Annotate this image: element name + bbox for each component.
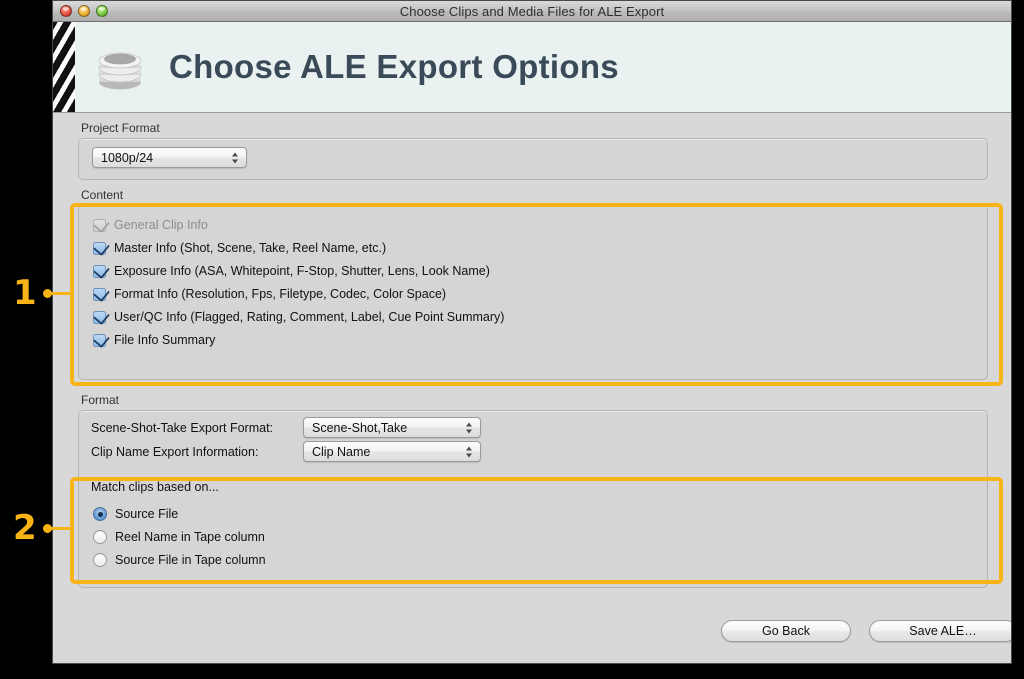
radio-reel-name-tape-label: Reel Name in Tape column <box>115 530 265 544</box>
radio-source-file-label: Source File <box>115 507 179 521</box>
annotation-number-2: 2 <box>13 508 37 548</box>
radio-source-file-tape-label: Source File in Tape column <box>115 553 266 567</box>
radio-source-file-tape[interactable]: Source File in Tape column <box>93 553 266 567</box>
radio-source-file-tape-button[interactable] <box>93 553 107 567</box>
checkbox-master-info-box[interactable] <box>93 238 110 256</box>
radio-reel-name-tape-button[interactable] <box>93 530 107 544</box>
annotation-number-1: 1 <box>13 273 37 313</box>
match-clips-heading: Match clips based on... <box>91 480 219 494</box>
checkbox-format-info[interactable]: Format Info (Resolution, Fps, Filetype, … <box>93 284 447 302</box>
dialog-body: Project Format 1080p/24 Content General … <box>53 113 1011 663</box>
radio-source-file-button[interactable] <box>93 507 107 521</box>
app-window: Choose Clips and Media Files for ALE Exp… <box>52 0 1012 664</box>
page-banner: Choose ALE Export Options <box>53 22 1011 113</box>
scene-shot-take-label: Scene-Shot-Take Export Format: <box>91 421 274 435</box>
checkbox-exposure-info-box[interactable] <box>93 261 110 279</box>
window-title: Choose Clips and Media Files for ALE Exp… <box>399 3 665 19</box>
checkbox-user-qc-info-box[interactable] <box>93 307 110 325</box>
radio-source-file[interactable]: Source File <box>93 507 178 521</box>
checkbox-master-info[interactable]: Master Info (Shot, Scene, Take, Reel Nam… <box>93 238 387 256</box>
checkbox-format-info-label: Format Info (Resolution, Fps, Filetype, … <box>114 287 447 301</box>
disk-stack-icon <box>91 38 149 96</box>
checkbox-file-info-summary-box[interactable] <box>93 330 110 348</box>
checkbox-general-clip-info-label: General Clip Info <box>114 218 208 232</box>
page-title: Choose ALE Export Options <box>169 48 619 85</box>
checkbox-general-clip-info-box <box>93 215 110 233</box>
close-button-icon[interactable] <box>60 5 72 17</box>
save-ale-button[interactable]: Save ALE… <box>869 620 1011 642</box>
checkbox-exposure-info-label: Exposure Info (ASA, Whitepoint, F-Stop, … <box>114 264 490 278</box>
checkbox-user-qc-info-label: User/QC Info (Flagged, Rating, Comment, … <box>114 310 505 324</box>
stepper-arrows-icon <box>466 421 473 434</box>
scene-shot-take-select[interactable]: Scene-Shot,Take <box>303 417 481 438</box>
checkbox-format-info-box[interactable] <box>93 284 110 302</box>
minimize-button-icon[interactable] <box>78 5 90 17</box>
clip-name-export-value: Clip Name <box>312 444 371 459</box>
checkbox-master-info-label: Master Info (Shot, Scene, Take, Reel Nam… <box>114 241 387 255</box>
clip-name-export-select[interactable]: Clip Name <box>303 441 481 462</box>
zoom-button-icon[interactable] <box>96 5 108 17</box>
window-titlebar[interactable]: Choose Clips and Media Files for ALE Exp… <box>53 1 1011 22</box>
checkbox-user-qc-info[interactable]: User/QC Info (Flagged, Rating, Comment, … <box>93 307 505 325</box>
go-back-button[interactable]: Go Back <box>721 620 851 642</box>
checkbox-general-clip-info: General Clip Info <box>93 215 208 233</box>
annotation-1-leader <box>50 292 74 295</box>
project-format-value: 1080p/24 <box>101 150 154 165</box>
format-caption: Format <box>81 393 120 407</box>
stepper-arrows-icon <box>466 445 473 458</box>
checkbox-exposure-info[interactable]: Exposure Info (ASA, Whitepoint, F-Stop, … <box>93 261 490 279</box>
project-format-select[interactable]: 1080p/24 <box>92 147 247 168</box>
content-caption: Content <box>81 188 124 202</box>
checkbox-file-info-summary[interactable]: File Info Summary <box>93 330 216 348</box>
stepper-arrows-icon <box>232 151 239 164</box>
annotation-2-leader <box>50 527 74 530</box>
chevron-stripe-decoration <box>53 22 75 112</box>
checkbox-file-info-summary-label: File Info Summary <box>114 333 216 347</box>
radio-reel-name-tape[interactable]: Reel Name in Tape column <box>93 530 265 544</box>
scene-shot-take-value: Scene-Shot,Take <box>312 420 408 435</box>
clip-name-export-label: Clip Name Export Information: <box>91 445 259 459</box>
project-format-caption: Project Format <box>81 121 160 135</box>
window-controls <box>60 5 108 17</box>
